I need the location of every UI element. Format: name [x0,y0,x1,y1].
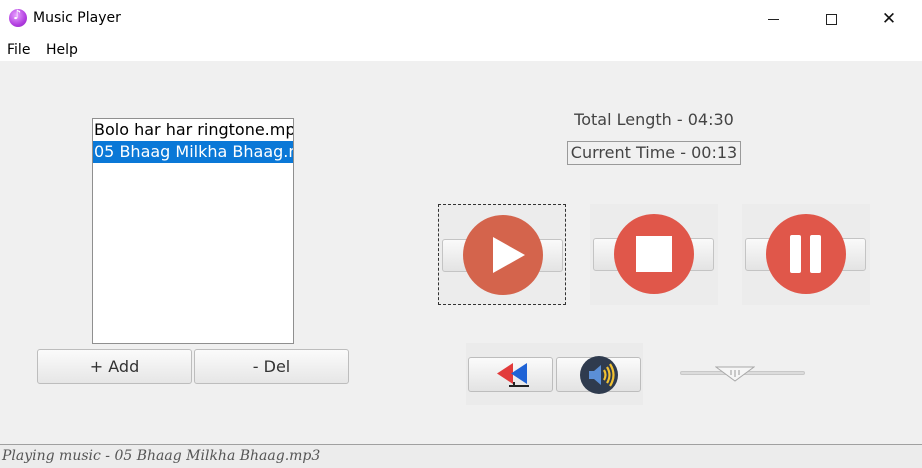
stop-square [636,236,672,272]
close-icon: ✕ [881,8,897,29]
current-time-label: Current Time - 00:13 [567,141,741,165]
volume-slider-thumb[interactable] [715,366,755,382]
play-triangle [493,237,525,273]
close-button[interactable]: ✕ [866,0,912,38]
status-text: Playing music - 05 Bhaag Milkha Bhaag.mp… [2,448,321,464]
title-bar: Music Player ✕ [0,0,922,38]
pause-bar-left [790,235,801,273]
delete-button[interactable]: - Del [194,349,349,384]
total-length-label: Total Length - 04:30 [574,110,734,129]
stop-button[interactable] [590,204,718,305]
maximize-icon [825,13,837,25]
status-bar: Playing music - 05 Bhaag Milkha Bhaag.mp… [0,444,922,468]
volume-slider[interactable] [680,366,805,382]
menu-file[interactable]: File [7,42,30,58]
stop-icon [614,214,694,294]
playlist-item[interactable]: Bolo har har ringtone.mp [93,119,293,141]
pause-bar-right [810,235,821,273]
play-icon [463,215,543,295]
menu-help[interactable]: Help [46,42,78,58]
window-title: Music Player [33,10,121,26]
rewind-button[interactable] [468,357,553,392]
volume-button[interactable] [556,355,641,394]
playlist-box[interactable]: Bolo har har ringtone.mp 05 Bhaag Milkha… [92,118,294,344]
speaker-icon [579,355,618,394]
add-button[interactable]: + Add [37,349,192,384]
music-note-icon [9,8,27,27]
minimize-button[interactable] [750,0,796,38]
menu-bar: File Help [0,38,922,61]
maximize-button[interactable] [808,0,854,38]
pause-button[interactable] [742,204,870,305]
secondary-controls [466,343,643,405]
rewind-icon [496,362,529,387]
playlist-item-selected[interactable]: 05 Bhaag Milkha Bhaag.m [93,141,293,163]
minimize-icon [767,18,779,20]
pause-icon [766,214,846,294]
play-button[interactable] [438,204,566,305]
